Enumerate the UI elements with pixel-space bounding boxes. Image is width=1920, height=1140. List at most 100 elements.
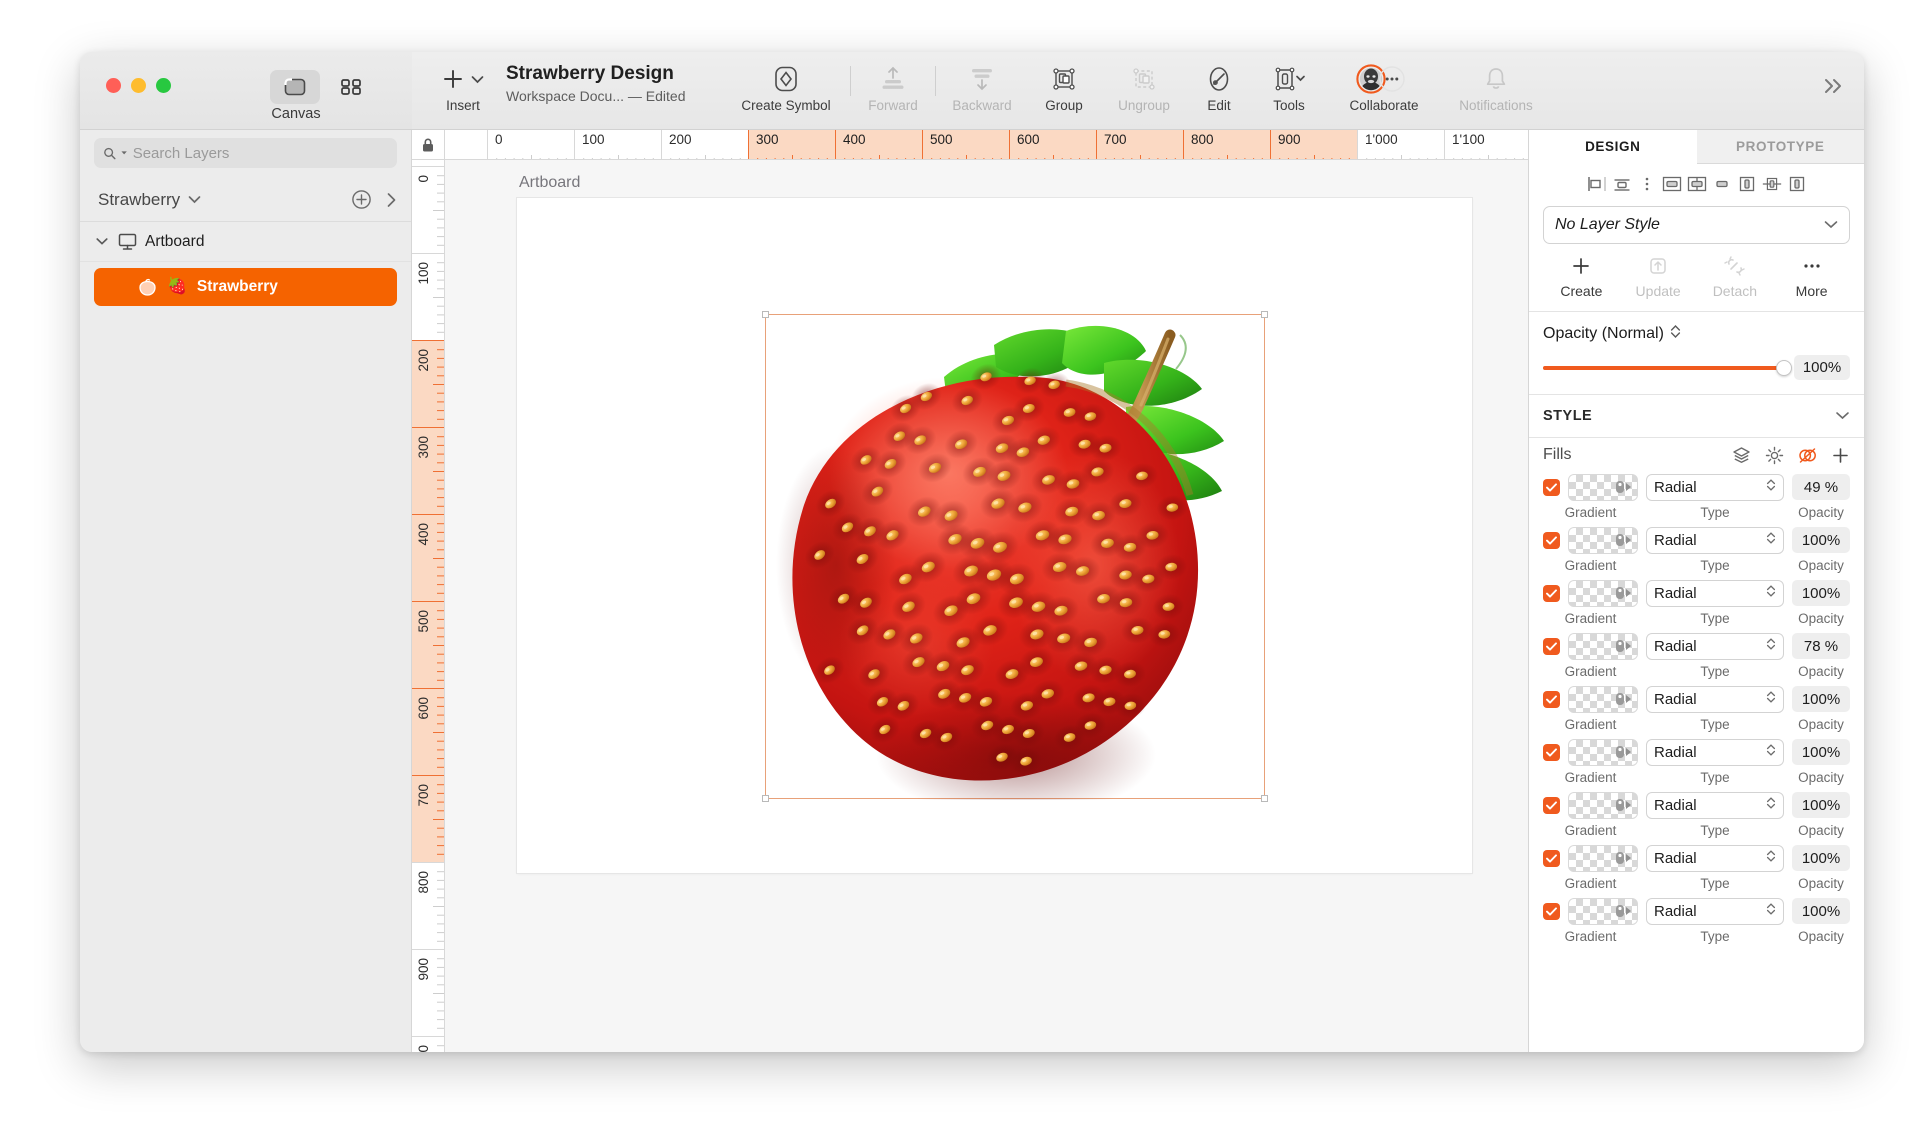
artboard-canvas[interactable] <box>517 198 1472 873</box>
fill-type-select[interactable]: Radial <box>1646 632 1784 660</box>
align-bottom-icon[interactable] <box>1711 173 1733 195</box>
fill-opacity-value[interactable]: 100% <box>1792 739 1850 765</box>
fill-enabled-checkbox[interactable] <box>1543 849 1560 867</box>
tools-button[interactable]: Tools <box>1250 52 1328 113</box>
insert-button[interactable]: Insert <box>430 52 496 113</box>
fill-gradient-swatch[interactable] <box>1568 526 1638 554</box>
detach-style-button[interactable]: Detach <box>1697 254 1774 299</box>
fill-gradient-swatch[interactable] <box>1568 738 1638 766</box>
resize-handle-top-left[interactable] <box>762 311 769 318</box>
align-top-icon[interactable] <box>1661 173 1683 195</box>
fill-enabled-checkbox[interactable] <box>1543 584 1560 602</box>
close-button[interactable] <box>106 78 121 93</box>
fill-type-select[interactable]: Radial <box>1646 791 1784 819</box>
horizontal-ruler[interactable]: 01002003004005006007008009001'0001'1001'… <box>412 130 1528 160</box>
fill-enabled-checkbox[interactable] <box>1543 478 1560 496</box>
resize-handle-bottom-left[interactable] <box>762 795 769 802</box>
document-title-block[interactable]: Strawberry Design Workspace Docu... — Ed… <box>496 52 722 104</box>
search-scope-chevron-icon[interactable] <box>121 150 128 156</box>
selection-bounds[interactable] <box>762 311 1268 817</box>
sidebar-item-strawberry[interactable]: 🍓 Strawberry <box>94 268 397 306</box>
layer-style-select[interactable]: No Layer Style <box>1543 206 1850 244</box>
resize-handle-bottom-right[interactable] <box>1261 795 1268 802</box>
grid-view-button[interactable] <box>326 70 376 104</box>
fill-type-select[interactable]: Radial <box>1646 897 1784 925</box>
layers-icon[interactable] <box>1732 446 1751 464</box>
fill-opacity-value[interactable]: 100% <box>1792 845 1850 871</box>
create-symbol-button[interactable]: Create Symbol <box>722 52 850 113</box>
fill-gradient-swatch[interactable] <box>1568 685 1638 713</box>
page-name[interactable]: Strawberry <box>98 190 180 210</box>
sidebar-item-artboard[interactable]: Artboard <box>80 222 411 262</box>
tab-prototype[interactable]: PROTOTYPE <box>1696 130 1864 164</box>
more-style-button[interactable]: More <box>1773 254 1850 299</box>
fill-enabled-checkbox[interactable] <box>1543 690 1560 708</box>
fill-opacity-value[interactable]: 78 % <box>1792 633 1850 659</box>
fill-enabled-checkbox[interactable] <box>1543 796 1560 814</box>
horizontal-ruler-track[interactable]: 01002003004005006007008009001'0001'1001'… <box>445 130 1528 159</box>
forward-button[interactable]: Forward <box>851 52 935 113</box>
update-style-button[interactable]: Update <box>1620 254 1697 299</box>
align-center-horizontal-icon[interactable] <box>1611 173 1633 195</box>
add-page-icon[interactable] <box>351 189 372 210</box>
opacity-slider[interactable] <box>1543 359 1792 376</box>
distribute-vertical-icon[interactable] <box>1786 173 1808 195</box>
search-input[interactable] <box>132 144 388 162</box>
fill-opacity-value[interactable]: 49 % <box>1792 474 1850 500</box>
minimize-button[interactable] <box>131 78 146 93</box>
resize-handle-top-right[interactable] <box>1261 311 1268 318</box>
distribute-center-icon[interactable] <box>1761 173 1783 195</box>
fill-gradient-swatch[interactable] <box>1568 473 1638 501</box>
fill-type-select[interactable]: Radial <box>1646 685 1784 713</box>
style-section-header[interactable]: STYLE <box>1529 395 1864 437</box>
add-fill-icon[interactable] <box>1831 446 1850 465</box>
opacity-slider-knob[interactable] <box>1776 359 1792 376</box>
fill-opacity-value[interactable]: 100% <box>1792 580 1850 606</box>
fill-gradient-swatch[interactable] <box>1568 579 1638 607</box>
blend-mode-icon[interactable] <box>1798 446 1817 465</box>
fill-opacity-value[interactable]: 100% <box>1792 527 1850 553</box>
fill-opacity-value[interactable]: 100% <box>1792 686 1850 712</box>
fill-type-select[interactable]: Radial <box>1646 526 1784 554</box>
fill-enabled-checkbox[interactable] <box>1543 531 1560 549</box>
canvas-stage[interactable]: Artboard <box>445 160 1528 1052</box>
align-left-icon[interactable] <box>1586 173 1608 195</box>
create-style-button[interactable]: Create <box>1543 254 1620 299</box>
fill-enabled-checkbox[interactable] <box>1543 902 1560 920</box>
edit-button[interactable]: Edit <box>1188 52 1250 113</box>
disclosure-chevron-icon[interactable] <box>94 237 110 246</box>
distribute-icon[interactable] <box>1636 173 1658 195</box>
fill-enabled-checkbox[interactable] <box>1543 743 1560 761</box>
fill-type-select[interactable]: Radial <box>1646 579 1784 607</box>
tab-design[interactable]: DESIGN <box>1529 130 1697 164</box>
gear-icon[interactable] <box>1765 446 1784 465</box>
fill-type-select[interactable]: Radial <box>1646 738 1784 766</box>
fill-gradient-swatch[interactable] <box>1568 844 1638 872</box>
panel-expand-chevron-icon[interactable] <box>386 192 397 208</box>
align-middle-icon[interactable] <box>1686 173 1708 195</box>
fill-enabled-checkbox[interactable] <box>1543 637 1560 655</box>
toolbar-overflow-button[interactable] <box>1820 76 1848 101</box>
fill-opacity-value[interactable]: 100% <box>1792 898 1850 924</box>
fill-gradient-swatch[interactable] <box>1568 897 1638 925</box>
canvas-view-button[interactable] <box>270 70 320 104</box>
fill-gradient-swatch[interactable] <box>1568 791 1638 819</box>
blend-mode-stepper-icon[interactable] <box>1670 324 1681 344</box>
fill-opacity-value[interactable]: 100% <box>1792 792 1850 818</box>
search-box[interactable] <box>94 138 397 168</box>
strawberry-illustration[interactable] <box>766 315 1264 817</box>
page-chevron-down-icon[interactable] <box>188 195 201 204</box>
zoom-button[interactable] <box>156 78 171 93</box>
chevron-down-icon[interactable] <box>1835 408 1850 424</box>
group-button[interactable]: Group <box>1028 52 1100 113</box>
notifications-button[interactable]: Notifications <box>1440 52 1552 113</box>
backward-button[interactable]: Backward <box>936 52 1028 113</box>
collaborate-button[interactable]: Collaborate <box>1328 52 1440 113</box>
distribute-horizontal-icon[interactable] <box>1736 173 1758 195</box>
opacity-value[interactable]: 100% <box>1794 355 1850 380</box>
fill-type-select[interactable]: Radial <box>1646 844 1784 872</box>
vertical-ruler[interactable]: 01002003004005006007008009001'000 <box>412 160 445 1052</box>
fill-gradient-swatch[interactable] <box>1568 632 1638 660</box>
artboard-label[interactable]: Artboard <box>519 174 580 192</box>
fill-type-select[interactable]: Radial <box>1646 473 1784 501</box>
